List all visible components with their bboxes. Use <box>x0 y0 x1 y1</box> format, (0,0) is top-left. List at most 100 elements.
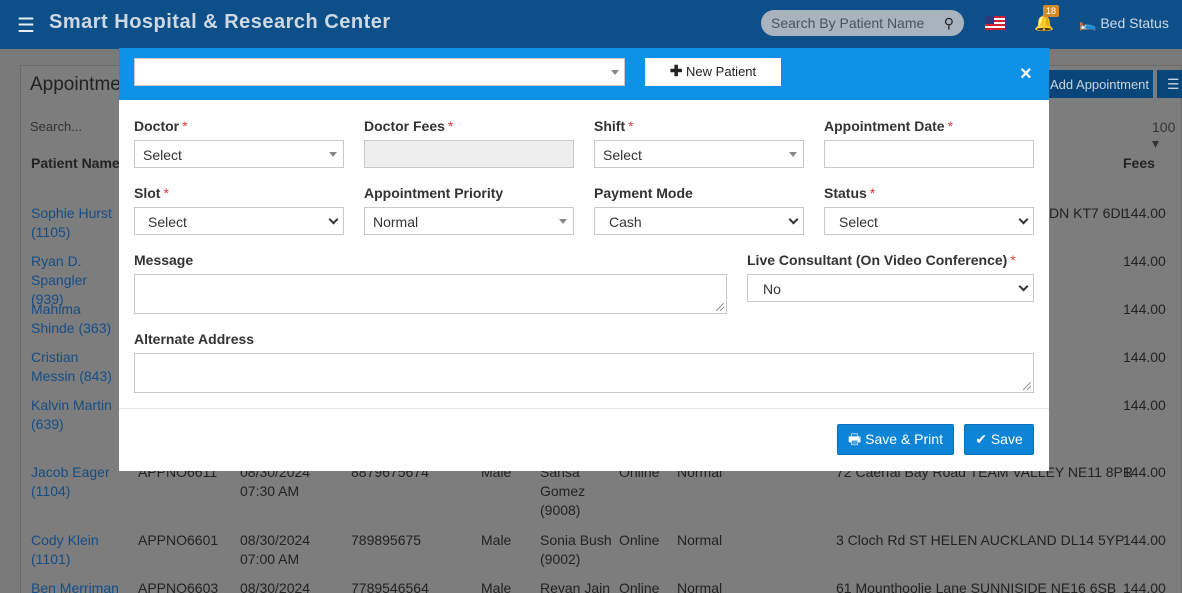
column-header-fees[interactable]: Fees <box>1123 155 1155 171</box>
appointment-no-cell: APPNO6603 <box>138 580 219 593</box>
new-patient-button[interactable]: ✚ New Patient <box>645 58 781 86</box>
date-cell: 08/30/2024 <box>240 580 311 593</box>
language-flag-icon[interactable] <box>985 16 1005 30</box>
appointment-date-label-text: Appointment Date <box>824 118 945 134</box>
check-circle-icon: ✔ <box>975 431 987 447</box>
live-consultant-select[interactable]: No <box>747 274 1034 302</box>
message-textarea[interactable] <box>134 274 727 314</box>
slot-label: Slot * <box>134 185 169 201</box>
appointment-priority-label-text: Appointment Priority <box>364 185 504 201</box>
patient-search-input[interactable] <box>771 14 931 32</box>
payment-mode-value: Cash <box>609 214 642 230</box>
chevron-down-icon <box>788 214 799 225</box>
top-navbar: ☰ Smart Hospital & Research Center ⚲ 🔔 1… <box>0 0 1182 49</box>
address-cell: DN KT7 6DL <box>1049 205 1129 221</box>
appointment-priority-select[interactable]: Normal <box>364 207 574 235</box>
appointment-date-input[interactable] <box>824 140 1034 168</box>
source-cell: Online <box>619 580 660 593</box>
patient-name-link[interactable]: Jacob Eager (1104) <box>31 463 121 501</box>
alternate-address-label: Alternate Address <box>134 331 254 347</box>
live-consultant-value: No <box>763 281 781 297</box>
column-header-patient-name[interactable]: Patient Name <box>31 155 120 171</box>
page-size-select[interactable]: 100 ▾ <box>1152 119 1182 152</box>
alternate-address-label-text: Alternate Address <box>134 331 255 347</box>
resize-handle-icon[interactable] <box>716 303 724 311</box>
list-view-button[interactable]: ☰ <box>1157 70 1182 98</box>
caret-down-icon <box>559 219 567 224</box>
new-patient-label: New Patient <box>686 64 757 79</box>
fees-cell: 144.00 <box>1123 464 1166 480</box>
patient-name-link[interactable]: Cody Klein (1101) <box>31 531 121 569</box>
patient-search: ⚲ <box>761 10 964 36</box>
save-button[interactable]: ✔ Save <box>964 424 1034 455</box>
patient-name-link[interactable]: Mahima Shinde (363) <box>31 300 121 338</box>
plus-icon: ✚ <box>669 63 683 80</box>
status-label: Status * <box>824 185 876 201</box>
slot-select[interactable]: Select <box>134 207 344 235</box>
resize-handle-icon[interactable] <box>1023 382 1031 390</box>
page-size-value: 100 <box>1152 119 1176 135</box>
add-appointment-button[interactable]: Add Appointment <box>1043 70 1153 98</box>
bed-status-label: Bed Status <box>1100 15 1169 31</box>
shift-select[interactable]: Select <box>594 140 804 168</box>
table-search-input[interactable]: Search... <box>30 119 82 134</box>
doctor-fees-label-text: Doctor Fees <box>364 118 445 134</box>
search-icon[interactable]: ⚲ <box>944 15 954 32</box>
doctor-select[interactable]: Select <box>134 140 344 168</box>
patient-name-link[interactable]: Sophie Hurst (1105) <box>31 204 121 242</box>
alternate-address-textarea[interactable] <box>134 353 1034 393</box>
status-select-value: Select <box>839 214 878 230</box>
payment-mode-label-text: Payment Mode <box>594 185 693 201</box>
message-label: Message <box>134 252 193 268</box>
modal-footer-divider <box>119 408 1049 409</box>
appointment-no-cell: APPNO6601 <box>138 532 219 548</box>
priority-cell: Normal <box>677 532 723 548</box>
source-cell: Online <box>619 532 660 548</box>
payment-mode-label: Payment Mode <box>594 185 693 201</box>
fees-cell: 144.00 <box>1123 349 1166 365</box>
menu-icon[interactable]: ☰ <box>17 13 35 38</box>
fees-cell: 144.00 <box>1123 253 1166 269</box>
appointment-priority-value: Normal <box>373 214 419 230</box>
patient-select[interactable] <box>134 58 625 86</box>
chevron-down-icon <box>328 214 339 225</box>
caret-down-icon <box>789 152 797 157</box>
message-label-text: Message <box>134 252 194 268</box>
payment-mode-select[interactable]: Cash <box>594 207 804 235</box>
status-select[interactable]: Select <box>824 207 1034 235</box>
modal-header: ✚ New Patient × <box>119 48 1049 100</box>
appointment-date-label: Appointment Date * <box>824 118 954 134</box>
fees-cell: 144.00 <box>1123 532 1166 548</box>
priority-cell: Normal <box>677 580 723 593</box>
chevron-down-icon <box>1018 214 1029 225</box>
shift-label-text: Shift <box>594 118 626 134</box>
fees-cell: 144.00 <box>1123 205 1166 221</box>
doctor-cell: Sonia Bush (9002) <box>540 532 612 567</box>
address-cell: 61 Mounthoolie Lane SUNNISIDE NE16 6SB <box>836 580 1117 593</box>
close-icon[interactable]: × <box>1020 64 1032 84</box>
slot-label-text: Slot <box>134 185 161 201</box>
fees-cell: 144.00 <box>1123 301 1166 317</box>
save-and-print-label: Save & Print <box>865 431 943 447</box>
save-and-print-button[interactable]: 🖶 Save & Print <box>837 424 954 455</box>
save-label: Save <box>990 431 1023 447</box>
patient-name-link[interactable]: Cristian Messin (843) <box>31 348 121 386</box>
gender-cell: Male <box>481 532 512 548</box>
doctor-cell: Sansa Gomez (9008) <box>540 464 586 518</box>
app-title: Smart Hospital & Research Center <box>49 11 391 33</box>
doctor-fees-label: Doctor Fees * <box>364 118 454 134</box>
patient-name-link[interactable]: Kalvin Martin (639) <box>31 396 121 434</box>
add-appointment-modal: ✚ New Patient × Doctor * Select Doctor Fe… <box>119 48 1049 471</box>
doctor-label-text: Doctor <box>134 118 180 134</box>
shift-label: Shift * <box>594 118 634 134</box>
notification-badge: 18 <box>1043 5 1060 17</box>
bed-status-link[interactable]: 🛌 Bed Status <box>1079 15 1169 32</box>
fees-cell: 144.00 <box>1123 580 1166 593</box>
shift-select-value: Select <box>603 147 642 163</box>
status-label-text: Status <box>824 185 867 201</box>
appointment-priority-label: Appointment Priority <box>364 185 503 201</box>
gender-cell: Male <box>481 580 512 593</box>
patient-name-link[interactable]: Ben Merriman <box>31 579 119 593</box>
chevron-down-icon <box>1018 281 1029 292</box>
address-cell: 3 Cloch Rd ST HELEN AUCKLAND DL14 5YP <box>836 532 1125 548</box>
